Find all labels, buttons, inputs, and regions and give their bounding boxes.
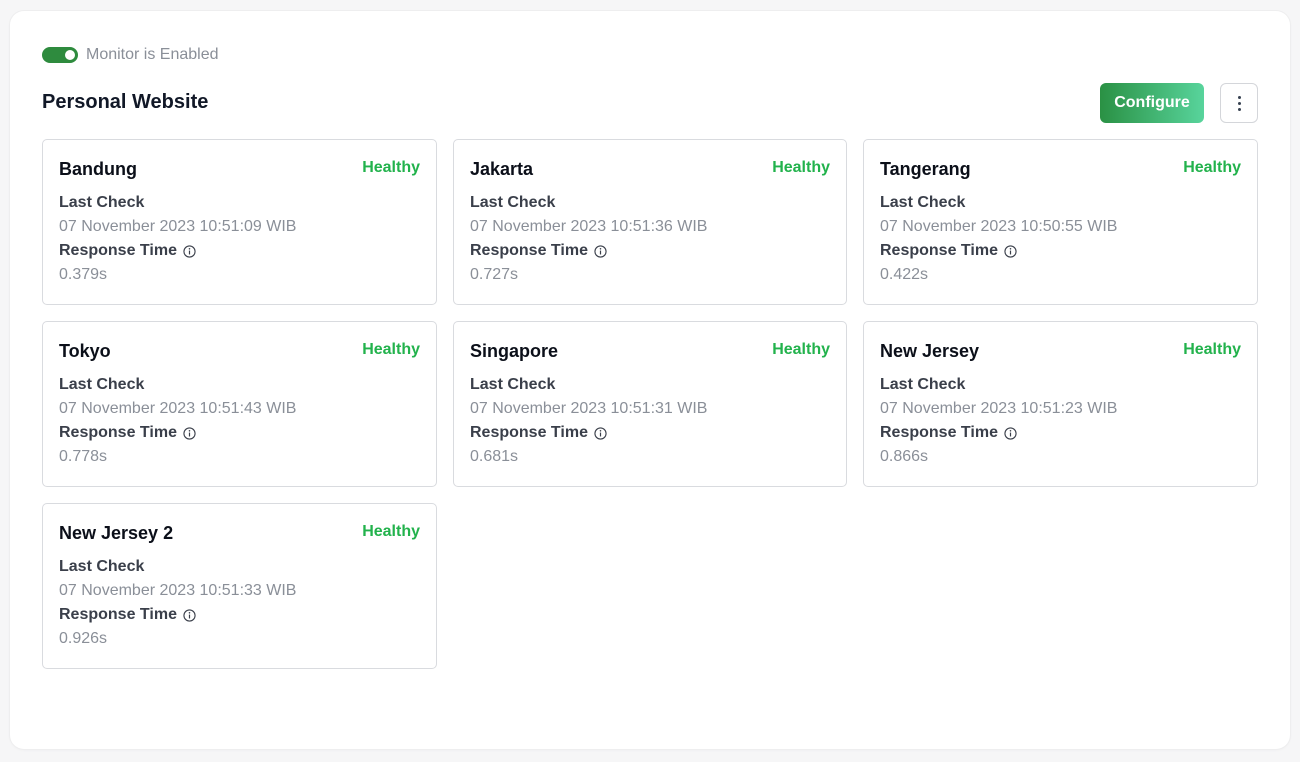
response-time-label: Response Time xyxy=(880,242,1017,260)
response-time-value: 0.422s xyxy=(880,266,929,283)
status-badge: Healthy xyxy=(772,159,830,176)
last-check-value: 07 November 2023 10:51:33 WIB xyxy=(59,582,297,599)
location-name: Singapore xyxy=(470,341,559,361)
location-card-jakarta[interactable]: Jakarta Healthy Last Check 07 November 2… xyxy=(453,139,847,305)
location-card-tokyo[interactable]: Tokyo Healthy Last Check 07 November 202… xyxy=(42,321,437,487)
location-name: New Jersey 2 xyxy=(59,523,174,543)
response-time-label: Response Time xyxy=(59,424,196,442)
last-check-value: 07 November 2023 10:51:43 WIB xyxy=(59,400,297,417)
location-card-bandung[interactable]: Bandung Healthy Last Check 07 November 2… xyxy=(42,139,437,305)
last-check-label: Last Check xyxy=(880,376,966,393)
status-badge: Healthy xyxy=(1183,159,1241,176)
info-icon[interactable] xyxy=(183,244,196,258)
info-icon[interactable] xyxy=(1004,426,1017,440)
last-check-value: 07 November 2023 10:50:55 WIB xyxy=(880,218,1118,235)
location-cards-grid: Bandung Healthy Last Check 07 November 2… xyxy=(42,139,1258,669)
last-check-label: Last Check xyxy=(59,194,145,211)
response-time-label-text: Response Time xyxy=(59,606,177,623)
location-card-new-jersey-2[interactable]: New Jersey 2 Healthy Last Check 07 Novem… xyxy=(42,503,437,669)
response-time-label-text: Response Time xyxy=(59,242,177,259)
last-check-value: 07 November 2023 10:51:09 WIB xyxy=(59,218,297,235)
response-time-label-text: Response Time xyxy=(470,242,588,259)
monitor-toggle-label: Monitor is Enabled xyxy=(86,46,219,63)
last-check-label: Last Check xyxy=(470,376,556,393)
location-name: Tokyo xyxy=(59,341,111,361)
location-card-tangerang[interactable]: Tangerang Healthy Last Check 07 November… xyxy=(863,139,1258,305)
configure-button[interactable]: Configure xyxy=(1100,83,1204,123)
info-icon[interactable] xyxy=(183,608,196,622)
location-name: Jakarta xyxy=(470,159,534,179)
vertical-ellipsis-icon xyxy=(1237,94,1241,112)
response-time-value: 0.379s xyxy=(59,266,108,283)
response-time-label-text: Response Time xyxy=(470,424,588,441)
response-time-label-text: Response Time xyxy=(880,242,998,259)
status-badge: Healthy xyxy=(362,159,420,176)
response-time-label: Response Time xyxy=(470,242,607,260)
last-check-label: Last Check xyxy=(59,558,145,575)
location-name: New Jersey xyxy=(880,341,980,361)
status-badge: Healthy xyxy=(1183,341,1241,358)
response-time-value: 0.727s xyxy=(470,266,519,283)
last-check-label: Last Check xyxy=(470,194,556,211)
last-check-value: 07 November 2023 10:51:31 WIB xyxy=(470,400,708,417)
response-time-value: 0.778s xyxy=(59,448,108,465)
response-time-label: Response Time xyxy=(880,424,1017,442)
more-options-button[interactable] xyxy=(1220,83,1258,123)
response-time-label-text: Response Time xyxy=(880,424,998,441)
location-name: Bandung xyxy=(59,159,137,179)
location-name: Tangerang xyxy=(880,159,971,179)
info-icon[interactable] xyxy=(594,244,607,258)
response-time-label: Response Time xyxy=(470,424,607,442)
info-icon[interactable] xyxy=(1004,244,1017,258)
last-check-value: 07 November 2023 10:51:36 WIB xyxy=(470,218,708,235)
response-time-value: 0.866s xyxy=(880,448,929,465)
response-time-label: Response Time xyxy=(59,242,196,260)
last-check-label: Last Check xyxy=(880,194,966,211)
page-title: Personal Website xyxy=(42,91,209,113)
response-time-value: 0.681s xyxy=(470,448,519,465)
monitor-panel: Monitor is Enabled Personal Website Conf… xyxy=(10,11,1290,749)
response-time-label-text: Response Time xyxy=(59,424,177,441)
response-time-label: Response Time xyxy=(59,606,196,624)
status-badge: Healthy xyxy=(362,341,420,358)
location-card-singapore[interactable]: Singapore Healthy Last Check 07 November… xyxy=(453,321,847,487)
last-check-value: 07 November 2023 10:51:23 WIB xyxy=(880,400,1118,417)
status-badge: Healthy xyxy=(362,523,420,540)
status-badge: Healthy xyxy=(772,341,830,358)
toggle-knob xyxy=(65,50,75,60)
location-card-new-jersey[interactable]: New Jersey Healthy Last Check 07 Novembe… xyxy=(863,321,1258,487)
response-time-value: 0.926s xyxy=(59,630,108,647)
monitor-toggle-row: Monitor is Enabled xyxy=(42,45,219,65)
monitor-enabled-toggle[interactable] xyxy=(42,47,78,63)
info-icon[interactable] xyxy=(594,426,607,440)
last-check-label: Last Check xyxy=(59,376,145,393)
info-icon[interactable] xyxy=(183,426,196,440)
